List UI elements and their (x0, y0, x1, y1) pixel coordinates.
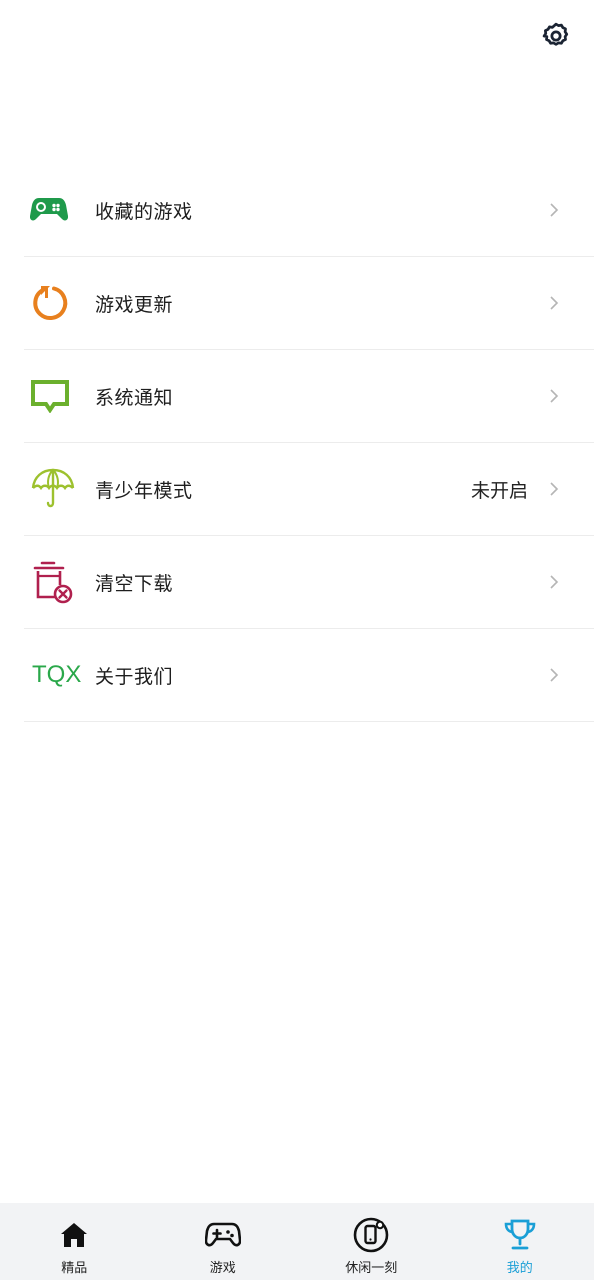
tab-label: 休闲一刻 (345, 1261, 398, 1276)
chevron-right-icon (550, 668, 559, 682)
menu-item-label: 收藏的游戏 (95, 200, 193, 223)
chevron-right-icon (550, 482, 559, 496)
tab-casual-moment[interactable]: 休闲一刻 (297, 1203, 446, 1280)
umbrella-icon (30, 466, 88, 512)
message-icon (30, 373, 88, 419)
gear-icon (542, 22, 569, 46)
refresh-icon (30, 280, 88, 326)
tab-featured[interactable]: 精品 (0, 1203, 149, 1280)
chevron-right-icon (550, 575, 559, 589)
chevron-right-icon (550, 389, 559, 403)
menu-list: 收藏的游戏 游戏更新 系统通知 青少年模式 未开启 清空下载 TQX 关于我们 (24, 164, 594, 722)
menu-item-label: 青少年模式 (95, 479, 193, 502)
trash-clear-icon (30, 559, 88, 605)
trophy-icon (502, 1217, 538, 1253)
menu-item-teen-mode[interactable]: 青少年模式 未开启 (24, 443, 594, 536)
tab-label: 精品 (61, 1261, 88, 1276)
bottom-tab-bar: 精品 游戏 休闲一刻 我的 (0, 1203, 594, 1280)
tab-mine[interactable]: 我的 (446, 1203, 594, 1280)
teen-mode-status: 未开启 (470, 479, 528, 502)
tab-games[interactable]: 游戏 (149, 1203, 298, 1280)
menu-item-clear-downloads[interactable]: 清空下载 (24, 536, 594, 629)
gamepad-icon (30, 187, 88, 233)
menu-item-game-update[interactable]: 游戏更新 (24, 257, 594, 350)
menu-item-system-notice[interactable]: 系统通知 (24, 350, 594, 443)
profile-screen: 收藏的游戏 游戏更新 系统通知 青少年模式 未开启 清空下载 TQX 关于我们 … (0, 0, 594, 1280)
phone-icon (353, 1217, 389, 1253)
menu-item-label: 清空下载 (95, 572, 174, 595)
chevron-right-icon (550, 296, 559, 310)
tqx-logo: TQX (30, 652, 88, 698)
menu-item-label: 游戏更新 (95, 293, 174, 316)
tab-label: 我的 (506, 1261, 533, 1276)
menu-item-about-us[interactable]: TQX 关于我们 (24, 629, 594, 722)
tab-label: 游戏 (209, 1261, 236, 1276)
tqx-logo-text: TQX (32, 661, 82, 688)
menu-item-label: 系统通知 (95, 386, 174, 409)
gamepad-icon (204, 1217, 241, 1253)
settings-button[interactable] (538, 18, 574, 54)
home-icon (56, 1217, 92, 1253)
menu-item-favorite-games[interactable]: 收藏的游戏 (24, 164, 594, 257)
menu-item-label: 关于我们 (95, 665, 174, 688)
chevron-right-icon (550, 203, 559, 217)
